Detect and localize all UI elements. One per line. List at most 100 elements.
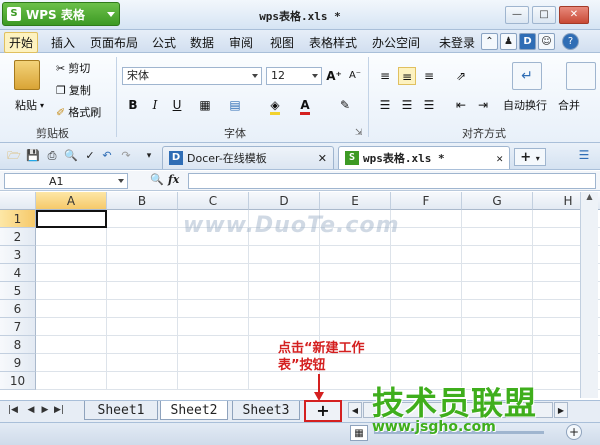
cell-c8[interactable] xyxy=(178,336,249,354)
cell-d10[interactable] xyxy=(249,372,320,390)
cell-d6[interactable] xyxy=(249,300,320,318)
row-header-2[interactable]: 2 xyxy=(0,228,36,246)
text-orientation-icon[interactable]: ⇗ xyxy=(452,67,470,85)
cell-c4[interactable] xyxy=(178,264,249,282)
cell-b2[interactable] xyxy=(107,228,178,246)
tab-list-icon[interactable]: ☰ xyxy=(576,148,592,164)
align-left-icon[interactable]: ☰ xyxy=(376,96,394,114)
shrink-font-button[interactable]: A⁻ xyxy=(346,67,364,85)
spellcheck-icon[interactable]: ✓ xyxy=(82,148,98,164)
cell-a3[interactable] xyxy=(36,246,107,264)
help-icon[interactable]: ? xyxy=(562,33,579,50)
maximize-button[interactable]: □ xyxy=(532,6,556,24)
merge-button[interactable]: 合并 xyxy=(558,97,580,113)
wrap-text-button[interactable]: 自动换行 xyxy=(503,97,547,113)
next-sheet-icon[interactable]: ▶ xyxy=(40,405,50,415)
scroll-left-icon[interactable]: ◀ xyxy=(348,402,362,418)
print-preview-icon[interactable]: 🔍 xyxy=(63,148,79,164)
minimize-button[interactable]: — xyxy=(505,6,529,24)
open-folder-icon[interactable]: 🗁 xyxy=(6,148,22,164)
insert-function-button[interactable]: fx xyxy=(168,173,179,186)
cell-f5[interactable] xyxy=(391,282,462,300)
row-header-8[interactable]: 8 xyxy=(0,336,36,354)
skin-icon[interactable]: ♟ xyxy=(500,33,517,50)
zoom-icon[interactable]: 🔍 xyxy=(150,173,164,186)
cell-g5[interactable] xyxy=(462,282,533,300)
app-menu-button[interactable]: S WPS 表格 xyxy=(2,2,120,26)
align-right-icon[interactable]: ☰ xyxy=(420,96,438,114)
menu-data[interactable]: 数据 xyxy=(186,33,218,52)
cell-c3[interactable] xyxy=(178,246,249,264)
cell-a4[interactable] xyxy=(36,264,107,282)
zoom-in-icon[interactable]: + xyxy=(566,424,582,440)
increase-indent-icon[interactable]: ⇥ xyxy=(474,96,492,114)
cell-d7[interactable] xyxy=(249,318,320,336)
cell-g9[interactable] xyxy=(462,354,533,372)
align-bottom-icon[interactable]: ≡ xyxy=(420,67,438,85)
cell-c9[interactable] xyxy=(178,354,249,372)
cell-format-icon[interactable]: ✎ xyxy=(336,96,354,114)
tab-docer[interactable]: D Docer-在线模板 ✕ xyxy=(162,146,334,169)
cut-button[interactable]: ✂ 剪切 xyxy=(56,60,90,76)
font-color-button[interactable]: A xyxy=(296,96,314,115)
normal-view-icon[interactable]: ▦ xyxy=(350,425,368,441)
close-icon[interactable]: ✕ xyxy=(318,152,327,165)
tab-wps-spreadsheet[interactable]: S wps表格.xls * ✕ xyxy=(338,146,510,169)
cell-a6[interactable] xyxy=(36,300,107,318)
avatar[interactable]: ☺ xyxy=(538,33,555,50)
close-button[interactable]: ✕ xyxy=(559,6,589,24)
new-sheet-button[interactable]: + xyxy=(304,400,342,422)
row-header-3[interactable]: 3 xyxy=(0,246,36,264)
bold-button[interactable]: B xyxy=(124,96,142,114)
cell-f7[interactable] xyxy=(391,318,462,336)
scroll-up-icon[interactable]: ▲ xyxy=(581,192,598,206)
cell-e5[interactable] xyxy=(320,282,391,300)
cell-b9[interactable] xyxy=(107,354,178,372)
cell-g7[interactable] xyxy=(462,318,533,336)
cell-g3[interactable] xyxy=(462,246,533,264)
cell-b8[interactable] xyxy=(107,336,178,354)
cell-a5[interactable] xyxy=(36,282,107,300)
row-header-9[interactable]: 9 xyxy=(0,354,36,372)
cell-g2[interactable] xyxy=(462,228,533,246)
cell-g4[interactable] xyxy=(462,264,533,282)
scroll-right-icon[interactable]: ▶ xyxy=(554,402,568,418)
cell-b10[interactable] xyxy=(107,372,178,390)
underline-button[interactable]: U xyxy=(168,96,186,114)
cell-a2[interactable] xyxy=(36,228,107,246)
cell-e7[interactable] xyxy=(320,318,391,336)
align-center-icon[interactable]: ☰ xyxy=(398,96,416,114)
copy-button[interactable]: ❐ 复制 xyxy=(56,82,91,98)
decrease-indent-icon[interactable]: ⇤ xyxy=(452,96,470,114)
menu-page-layout[interactable]: 页面布局 xyxy=(86,33,142,52)
cell-e3[interactable] xyxy=(320,246,391,264)
dialog-launcher-icon[interactable]: ⇲ xyxy=(355,128,363,138)
cell-a7[interactable] xyxy=(36,318,107,336)
cell-b1[interactable] xyxy=(107,210,178,228)
menu-insert[interactable]: 插入 xyxy=(47,33,79,52)
cell-a9[interactable] xyxy=(36,354,107,372)
select-all-corner[interactable] xyxy=(0,192,36,210)
format-painter-button[interactable]: ✐ 格式刷 xyxy=(56,104,101,120)
column-header-a[interactable]: A xyxy=(36,192,107,210)
name-box[interactable]: A1 xyxy=(4,173,128,189)
cell-d5[interactable] xyxy=(249,282,320,300)
cell-f6[interactable] xyxy=(391,300,462,318)
cell-f8[interactable] xyxy=(391,336,462,354)
align-top-icon[interactable]: ≡ xyxy=(376,67,394,85)
cell-f2[interactable] xyxy=(391,228,462,246)
undo-icon[interactable]: ↶ xyxy=(99,148,115,164)
login-link[interactable]: 未登录 xyxy=(435,33,479,52)
last-sheet-icon[interactable]: ▶| xyxy=(54,405,64,415)
menu-formula[interactable]: 公式 xyxy=(148,33,180,52)
align-middle-icon[interactable]: ≡ xyxy=(398,67,416,85)
cell-a10[interactable] xyxy=(36,372,107,390)
column-header-b[interactable]: B xyxy=(107,192,178,210)
column-header-d[interactable]: D xyxy=(249,192,320,210)
row-header-5[interactable]: 5 xyxy=(0,282,36,300)
cell-b4[interactable] xyxy=(107,264,178,282)
sheet-tab-sheet3[interactable]: Sheet3 xyxy=(232,401,300,420)
cell-c5[interactable] xyxy=(178,282,249,300)
paste-button[interactable]: 粘贴 ▾ xyxy=(15,97,44,113)
collapse-ribbon-icon[interactable]: ⌃ xyxy=(481,33,498,50)
